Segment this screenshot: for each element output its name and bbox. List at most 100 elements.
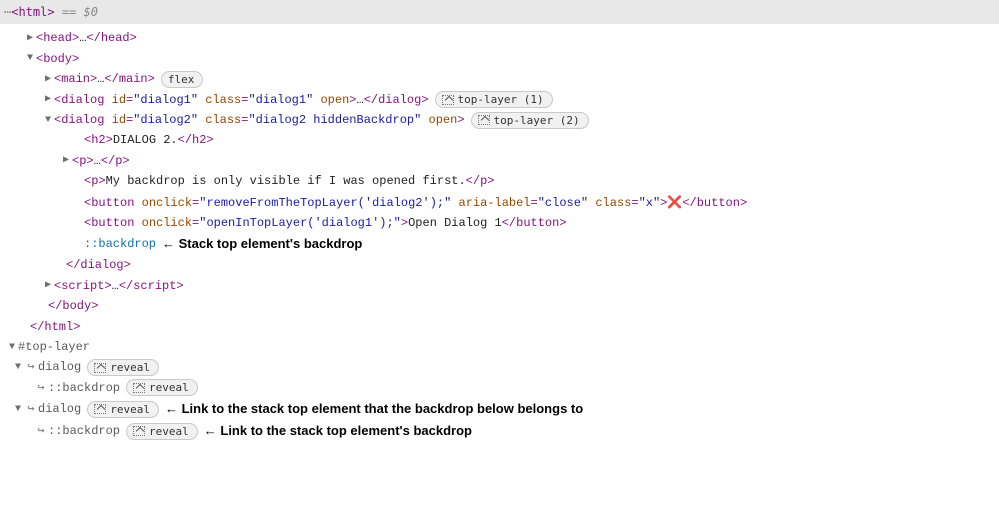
expand-arrow-icon[interactable]: ▶ bbox=[24, 30, 36, 47]
tag-open: <head> bbox=[36, 28, 79, 48]
attr-value: "removeFromTheTopLayer('dialog2');" bbox=[199, 196, 451, 210]
return-arrow-icon: ↪ bbox=[24, 399, 38, 419]
attr-value: "x" bbox=[639, 196, 661, 210]
tag-name: dialog bbox=[61, 93, 104, 107]
tag-close: </main> bbox=[104, 69, 154, 89]
tag-name: button bbox=[91, 196, 134, 210]
tag-close: </p> bbox=[101, 151, 130, 171]
badge-label: top-layer (1) bbox=[458, 92, 544, 107]
node-body-close[interactable]: ▶ </body> bbox=[0, 296, 999, 316]
top-layer-item-label: dialog bbox=[38, 399, 81, 419]
node-main[interactable]: ▶ <main>…</main> flex bbox=[0, 69, 999, 89]
reveal-badge[interactable]: reveal bbox=[87, 401, 159, 418]
tag-close: </script> bbox=[119, 276, 184, 296]
punct: > bbox=[401, 216, 408, 230]
node-p-collapsed[interactable]: ▶ <p>…</p> bbox=[0, 151, 999, 171]
cross-mark-icon: ❌ bbox=[667, 195, 682, 209]
collapse-arrow-icon[interactable]: ▼ bbox=[42, 112, 54, 129]
attr-value: "dialog2" bbox=[133, 113, 198, 127]
tag-open: <main> bbox=[54, 69, 97, 89]
attr-name: id bbox=[112, 113, 126, 127]
top-layer-backdrop-1[interactable]: ↪ ::backdrop reveal bbox=[0, 378, 999, 398]
layers-icon bbox=[478, 115, 490, 125]
annotation-text: ← Link to the stack top element's backdr… bbox=[204, 420, 472, 442]
tag-open: <p> bbox=[84, 171, 106, 191]
top-layer-backdrop-2[interactable]: ↪ ::backdrop reveal ← Link to the stack … bbox=[0, 420, 999, 442]
node-h2[interactable]: ▶ <h2>DIALOG 2.</h2> bbox=[0, 130, 999, 150]
layers-icon bbox=[133, 383, 145, 393]
equals-sign: == bbox=[62, 5, 76, 19]
tag-close: </head> bbox=[86, 28, 136, 48]
tag-name: dialog bbox=[61, 113, 104, 127]
collapse-arrow-icon[interactable]: ▼ bbox=[24, 50, 36, 67]
collapse-arrow-icon[interactable]: ▼ bbox=[6, 339, 18, 356]
node-head[interactable]: ▶ <head>…</head> bbox=[0, 28, 999, 48]
tag-close: </dialog> bbox=[364, 93, 429, 107]
tag-close: </p> bbox=[466, 171, 495, 191]
attr-name: aria-label bbox=[459, 196, 531, 210]
node-dialog1[interactable]: ▶ <dialog id="dialog1" class="dialog1" o… bbox=[0, 90, 999, 110]
tag-open: <p> bbox=[72, 151, 94, 171]
tag-close: </button> bbox=[682, 196, 747, 210]
badge-label: reveal bbox=[110, 360, 150, 375]
return-arrow-icon: ↪ bbox=[34, 421, 48, 441]
layers-icon bbox=[442, 95, 454, 105]
attr-value: "dialog1" bbox=[248, 93, 313, 107]
expand-arrow-icon[interactable]: ▶ bbox=[60, 152, 72, 169]
node-dialog2-close[interactable]: ▶ </dialog> bbox=[0, 255, 999, 275]
node-p-text[interactable]: ▶ <p>My backdrop is only visible if I wa… bbox=[0, 171, 999, 191]
tag-close: </button> bbox=[502, 216, 567, 230]
ellipsis: … bbox=[97, 69, 104, 89]
attr-name: class bbox=[595, 196, 631, 210]
annotation-text: ← Link to the stack top element that the… bbox=[165, 398, 583, 420]
tag-close: </html> bbox=[30, 317, 80, 337]
top-layer-badge[interactable]: top-layer (1) bbox=[435, 91, 553, 108]
node-button-close[interactable]: ▶ <button onclick="removeFromTheTopLayer… bbox=[0, 192, 999, 213]
attr-name: open bbox=[429, 113, 458, 127]
reveal-badge[interactable]: reveal bbox=[87, 359, 159, 376]
selected-node-bar: ⋯<html> == $0 bbox=[0, 0, 999, 24]
return-arrow-icon: ↪ bbox=[34, 378, 48, 398]
collapse-arrow-icon[interactable]: ▼ bbox=[12, 359, 24, 376]
text-node: My backdrop is only visible if I was ope… bbox=[106, 171, 466, 191]
tag-open: <body> bbox=[36, 49, 79, 69]
top-layer-dialog-2[interactable]: ▼ ↪ dialog reveal ← Link to the stack to… bbox=[0, 398, 999, 420]
layers-icon bbox=[133, 426, 145, 436]
attr-value: "openInTopLayer('dialog1');" bbox=[199, 216, 401, 230]
ellipsis: … bbox=[79, 28, 86, 48]
badge-label: reveal bbox=[110, 402, 150, 417]
html-tag[interactable]: <html> bbox=[11, 5, 54, 19]
attr-name: onclick bbox=[142, 216, 192, 230]
top-layer-dialog-1[interactable]: ▼ ↪ dialog reveal bbox=[0, 357, 999, 377]
tag-close: </h2> bbox=[178, 130, 214, 150]
badge-label: reveal bbox=[149, 424, 189, 439]
node-button-open[interactable]: ▶ <button onclick="openInTopLayer('dialo… bbox=[0, 213, 999, 233]
top-layer-header: #top-layer bbox=[18, 337, 90, 357]
tag-close: </dialog> bbox=[66, 255, 131, 275]
tag-open: <h2> bbox=[84, 130, 113, 150]
node-body-open[interactable]: ▼ <body> bbox=[0, 49, 999, 69]
attr-name: open bbox=[320, 93, 349, 107]
node-html-close[interactable]: ▶ </html> bbox=[0, 317, 999, 337]
layers-icon bbox=[94, 363, 106, 373]
expand-arrow-icon[interactable]: ▶ bbox=[42, 71, 54, 88]
top-layer-item-label: ::backdrop bbox=[48, 378, 120, 398]
node-script[interactable]: ▶ <script>…</script> bbox=[0, 276, 999, 296]
return-arrow-icon: ↪ bbox=[24, 357, 38, 377]
top-layer-section[interactable]: ▼ #top-layer bbox=[0, 337, 999, 357]
reveal-badge[interactable]: reveal bbox=[126, 379, 198, 396]
badge-label: reveal bbox=[149, 380, 189, 395]
attr-name: class bbox=[205, 113, 241, 127]
node-backdrop-pseudo[interactable]: ▶ ::backdrop ← Stack top element's backd… bbox=[0, 233, 999, 255]
expand-arrow-icon[interactable]: ▶ bbox=[42, 277, 54, 294]
annotation-text: ← Stack top element's backdrop bbox=[162, 233, 362, 255]
top-layer-badge[interactable]: top-layer (2) bbox=[471, 112, 589, 129]
tag-close: </body> bbox=[48, 296, 98, 316]
punct: > bbox=[457, 113, 464, 127]
node-dialog2-open[interactable]: ▼ <dialog id="dialog2" class="dialog2 hi… bbox=[0, 110, 999, 130]
flex-badge[interactable]: flex bbox=[161, 71, 204, 88]
elements-tree[interactable]: ▶ <head>…</head> ▼ <body> ▶ <main>…</mai… bbox=[0, 24, 999, 452]
reveal-badge[interactable]: reveal bbox=[126, 423, 198, 440]
collapse-arrow-icon[interactable]: ▼ bbox=[12, 401, 24, 418]
expand-arrow-icon[interactable]: ▶ bbox=[42, 91, 54, 108]
